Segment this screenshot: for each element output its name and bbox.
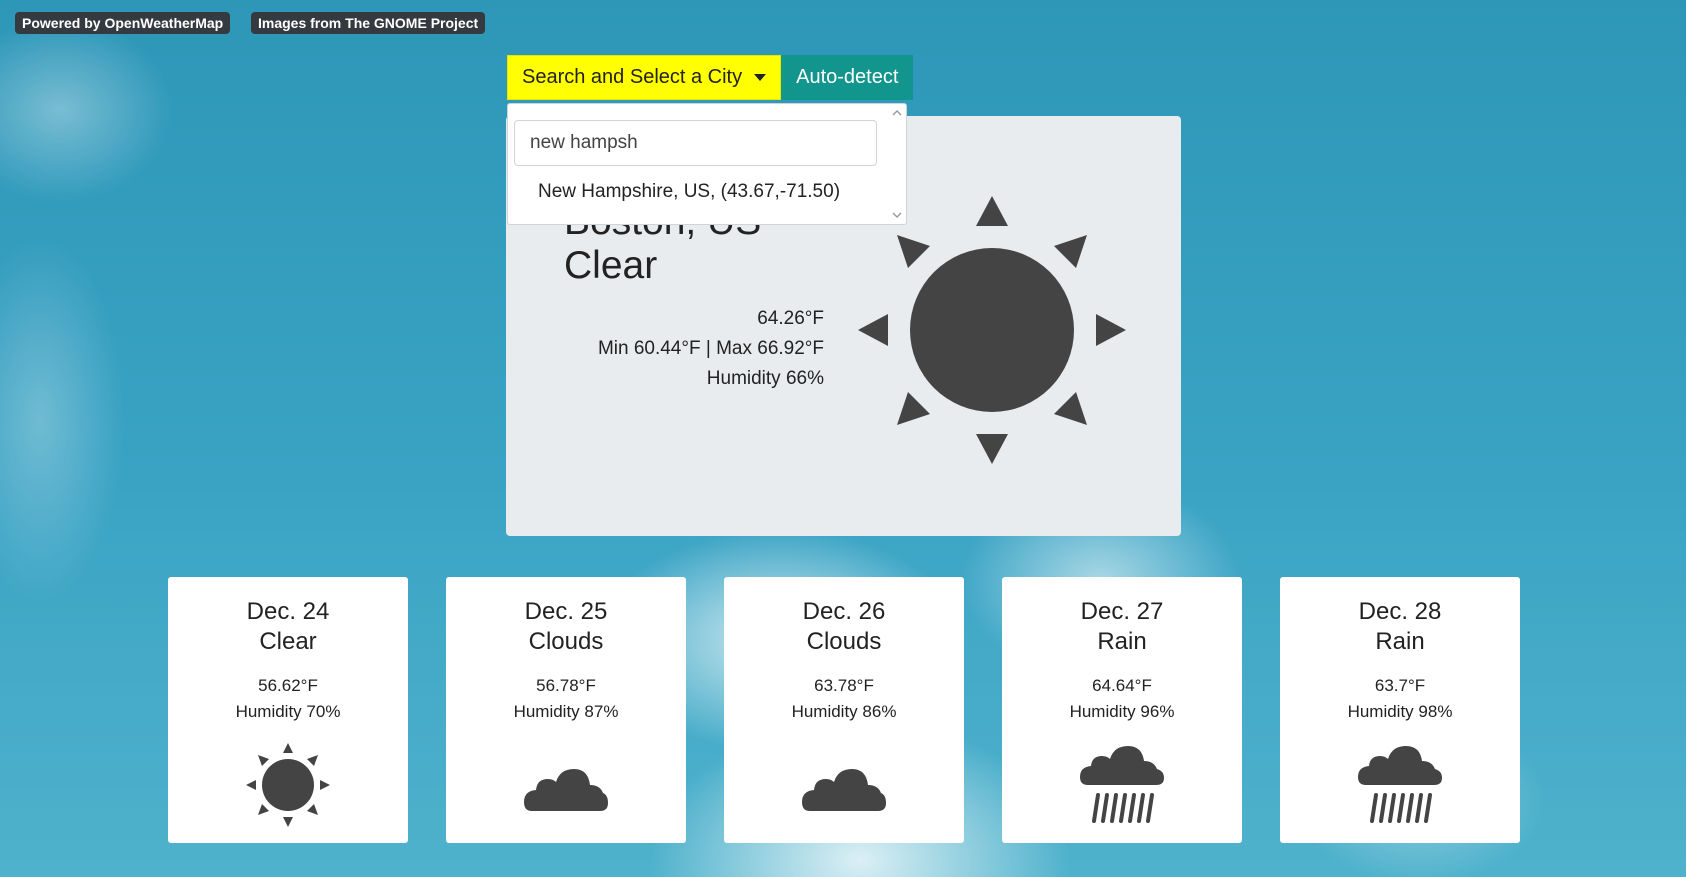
forecast-date: Dec. 26 <box>802 598 886 625</box>
scroll-down-icon[interactable] <box>892 210 902 220</box>
forecast-condition: Rain <box>1097 628 1147 655</box>
forecast-card: Dec. 28 Rain 63.7°F Humidity 98% <box>1280 577 1520 843</box>
sun-icon <box>246 743 330 827</box>
forecast-condition: Clouds <box>806 628 882 655</box>
openweathermap-badge[interactable]: Powered by OpenWeatherMap <box>15 12 231 34</box>
gnome-images-badge[interactable]: Images from The GNOME Project <box>251 12 486 34</box>
forecast-humidity: Humidity 86% <box>791 702 897 721</box>
forecast-condition: Rain <box>1375 628 1425 655</box>
current-minmax: Min 60.44°F | Max 66.92°F <box>597 338 824 359</box>
sun-icon <box>858 196 1126 464</box>
autodetect-button[interactable]: Auto-detect <box>781 55 914 100</box>
city-dropdown: new hampsh New Hampshire, US, (43.67,-71… <box>507 103 907 225</box>
current-condition: Clear <box>564 244 658 287</box>
forecast-card: Dec. 25 Clouds 56.78°F Humidity 87% <box>446 577 686 843</box>
rain-icon <box>1358 746 1442 823</box>
current-humidity: Humidity 66% <box>706 368 824 389</box>
city-result-item[interactable]: New Hampshire, US, (43.67,-71.50) <box>538 181 840 203</box>
forecast-humidity: Humidity 70% <box>235 702 341 721</box>
forecast-humidity: Humidity 98% <box>1347 702 1453 721</box>
forecast-date: Dec. 24 <box>246 598 330 625</box>
forecast-temp: 64.64°F <box>1092 676 1152 695</box>
forecast-card: Dec. 24 Clear 56.62°F Humidity 70% <box>168 577 408 843</box>
chevron-down-icon <box>754 74 767 81</box>
forecast-condition: Clear <box>259 628 317 655</box>
forecast-temp: 56.62°F <box>258 676 318 695</box>
current-temp: 64.26°F <box>757 308 824 329</box>
forecast-date: Dec. 27 <box>1080 598 1164 625</box>
forecast-temp: 63.78°F <box>814 676 874 695</box>
forecast-date: Dec. 25 <box>524 598 608 625</box>
forecast-condition: Clouds <box>528 628 604 655</box>
current-stats: 64.26°F Min 60.44°F | Max 66.92°F Humidi… <box>598 304 824 394</box>
forecast-card: Dec. 27 Rain 64.64°F Humidity 96% <box>1002 577 1242 843</box>
search-city-label: Search and Select a City <box>522 66 743 88</box>
forecast-temp: 56.78°F <box>536 676 596 695</box>
forecast-temp: 63.7°F <box>1374 676 1426 695</box>
cloud-icon <box>524 769 608 811</box>
cloud-icon <box>802 769 886 811</box>
forecast-date: Dec. 28 <box>1358 598 1442 625</box>
forecast-card: Dec. 26 Clouds 63.78°F Humidity 86% <box>724 577 964 843</box>
city-controls: Search and Select a City Auto-detect <box>507 55 914 100</box>
city-search-input[interactable]: new hampsh <box>514 120 877 166</box>
forecast-humidity: Humidity 96% <box>1069 702 1175 721</box>
rain-icon <box>1080 746 1164 823</box>
forecast-humidity: Humidity 87% <box>513 702 619 721</box>
scroll-up-icon[interactable] <box>892 108 902 118</box>
search-city-button[interactable]: Search and Select a City <box>507 55 782 100</box>
